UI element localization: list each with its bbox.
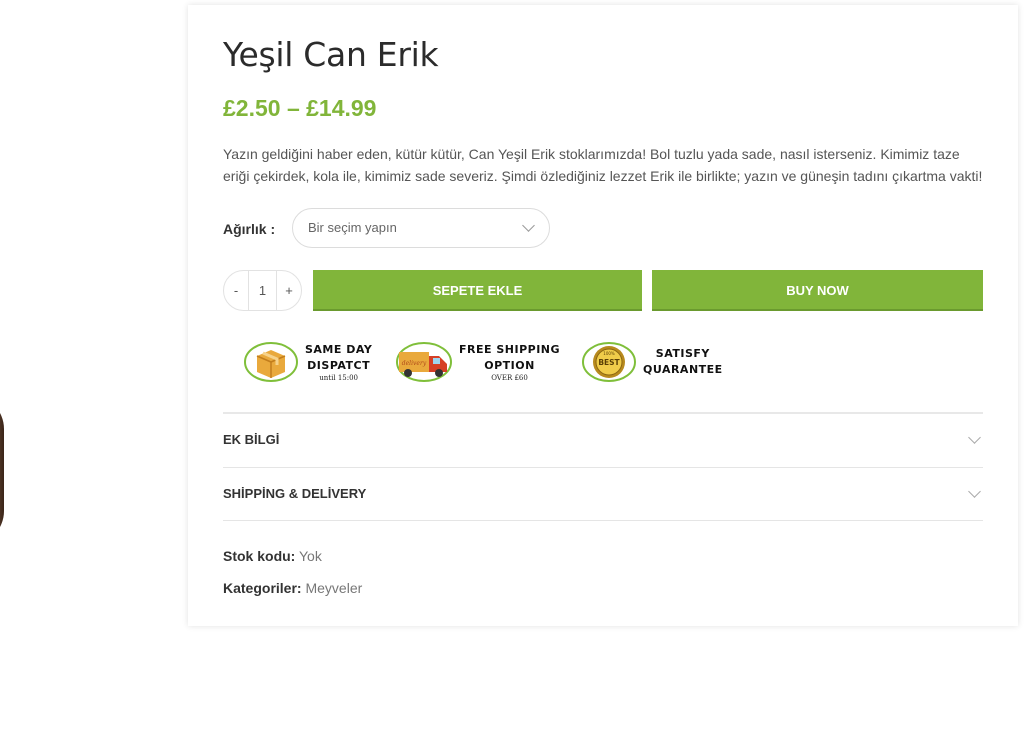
badge-satisfy: 100% BEST SATISFY QUARANTEE xyxy=(581,337,723,387)
product-summary-card: Yeşil Can Erik £2.50 – £14.99 Yazın geld… xyxy=(188,5,1018,626)
accordion-divider-top xyxy=(223,412,983,414)
product-image-partial xyxy=(0,395,4,545)
quantity-input[interactable]: 1 xyxy=(248,271,277,310)
badge-same-day-sub: until 15:00 xyxy=(319,374,358,382)
best-medal-icon: 100% BEST xyxy=(582,342,636,382)
weight-label-text: Ağırlık xyxy=(223,221,267,237)
badge-same-day: SAME DAY DISPATCT until 15:00 xyxy=(243,337,372,387)
badge-free-shipping-line1: FREE SHIPPING xyxy=(459,343,561,356)
weight-select[interactable]: Bir seçim yapın xyxy=(292,208,550,248)
buy-now-button[interactable]: BUY NOW xyxy=(652,270,983,311)
badge-free-shipping: delivery FREE SHIPPING OPTION OVER £60 xyxy=(395,337,560,387)
accordion-divider-bottom xyxy=(223,520,983,521)
svg-text:100%: 100% xyxy=(603,351,615,356)
product-title: Yeşil Can Erik xyxy=(223,35,439,74)
chevron-down-icon xyxy=(968,431,981,444)
quantity-increase-button[interactable]: + xyxy=(277,283,301,298)
delivery-truck-icon: delivery xyxy=(396,342,452,382)
accordion-shipping-delivery-label: SHİPPİNG & DELİVERY xyxy=(223,486,367,501)
badge-free-shipping-line2: OPTION xyxy=(484,359,535,372)
quantity-decrease-button[interactable]: - xyxy=(224,283,248,298)
svg-text:BEST: BEST xyxy=(598,358,620,367)
product-price: £2.50 – £14.99 xyxy=(223,95,377,121)
chevron-down-icon xyxy=(522,219,535,232)
weight-label: Ağırlık : xyxy=(223,221,276,237)
sku-meta: Stok kodu: Yok xyxy=(223,548,322,564)
category-label: Kategoriler: xyxy=(223,580,302,596)
accordion-divider xyxy=(223,467,983,468)
product-description: Yazın geldiğini haber eden, kütür kütür,… xyxy=(223,146,983,184)
trust-badges: SAME DAY DISPATCT until 15:00 delivery F… xyxy=(243,337,763,387)
box-icon xyxy=(244,342,298,382)
sku-label: Stok kodu: xyxy=(223,548,296,564)
badge-same-day-line2: DISPATCT xyxy=(307,359,371,372)
accordion-ek-bilgi[interactable]: EK BİLGİ xyxy=(223,425,983,455)
quantity-stepper[interactable]: - 1 + xyxy=(223,270,302,311)
badge-same-day-line1: SAME DAY xyxy=(305,343,373,356)
weight-select-placeholder: Bir seçim yapın xyxy=(308,220,397,235)
svg-text:delivery: delivery xyxy=(402,360,427,367)
badge-satisfy-line2: QUARANTEE xyxy=(643,363,723,376)
category-link[interactable]: Meyveler xyxy=(305,580,362,596)
badge-free-shipping-sub: OVER £60 xyxy=(491,374,528,382)
category-meta: Kategoriler: Meyveler xyxy=(223,580,362,596)
badge-satisfy-line1: SATISFY xyxy=(655,347,710,360)
chevron-down-icon xyxy=(968,485,981,498)
add-to-cart-button[interactable]: SEPETE EKLE xyxy=(313,270,642,311)
sku-value: Yok xyxy=(298,548,322,564)
accordion-shipping-delivery[interactable]: SHİPPİNG & DELİVERY xyxy=(223,479,983,509)
accordion-ek-bilgi-label: EK BİLGİ xyxy=(223,432,280,447)
